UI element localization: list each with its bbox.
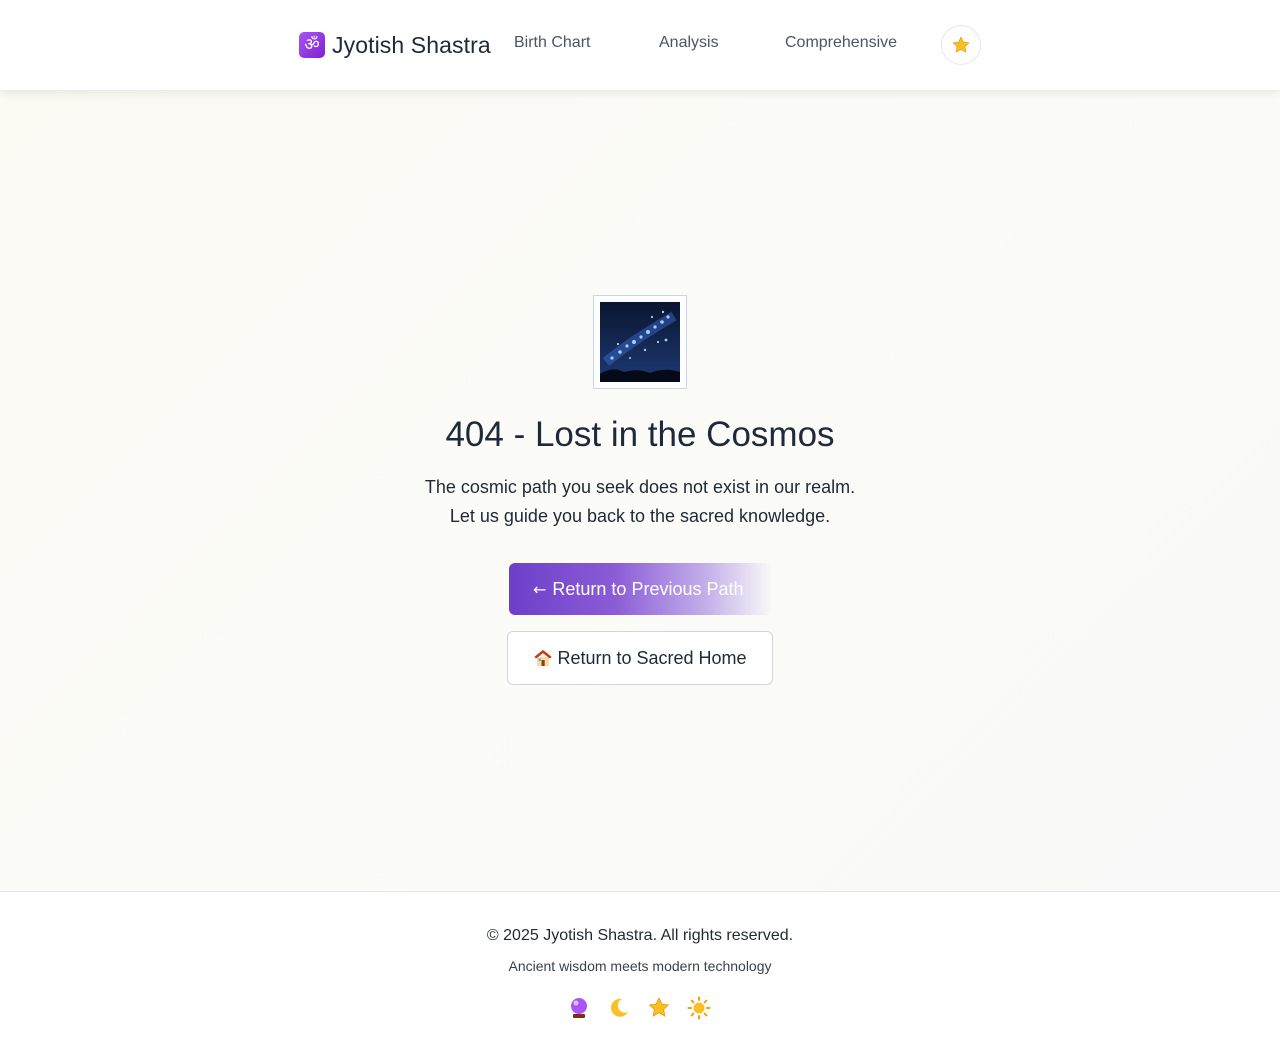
return-home-button[interactable]: Return to Sacred Home: [507, 631, 773, 685]
return-previous-button[interactable]: ← Return to Previous Path: [509, 563, 773, 615]
nav-link-comprehensive[interactable]: Comprehensive: [785, 34, 897, 52]
return-home-label: Return to Sacred Home: [557, 647, 747, 668]
arrow-left-icon: ←: [533, 579, 547, 599]
om-icon: ॐ: [299, 32, 325, 58]
crystal-ball-icon: [567, 996, 591, 1020]
theme-star-button[interactable]: [941, 25, 981, 65]
return-previous-label: Return to Previous Path: [552, 578, 744, 599]
main-content: 404 - Lost in the Cosmos The cosmic path…: [0, 90, 1280, 891]
nav-link-birth-chart[interactable]: Birth Chart: [514, 34, 590, 52]
copyright-text: © 2025 Jyotish Shastra. All rights reser…: [486, 927, 794, 944]
star-icon: [952, 36, 970, 53]
crescent-moon-icon: [607, 996, 631, 1020]
brand-name: Jyotish Shastra: [332, 31, 491, 58]
error-description-line1: The cosmic path you seek does not exist …: [424, 477, 856, 497]
nav-link-analysis[interactable]: Analysis: [659, 34, 719, 52]
page-title: 404 - Lost in the Cosmos: [445, 415, 835, 454]
footer-tagline: Ancient wisdom meets modern technology: [508, 958, 772, 974]
site-header: ॐ Jyotish Shastra Birth Chart Analysis C…: [0, 0, 1280, 90]
site-footer: © 2025 Jyotish Shastra. All rights reser…: [0, 891, 1280, 1056]
house-icon: [534, 650, 553, 666]
night-sky-icon: [593, 295, 687, 389]
footer-icons: [567, 996, 711, 1020]
star-icon: [647, 996, 671, 1020]
sun-icon: [687, 996, 711, 1020]
error-description-line2: Let us guide you back to the sacred know…: [449, 506, 831, 526]
brand-logo[interactable]: ॐ Jyotish Shastra: [299, 31, 491, 59]
